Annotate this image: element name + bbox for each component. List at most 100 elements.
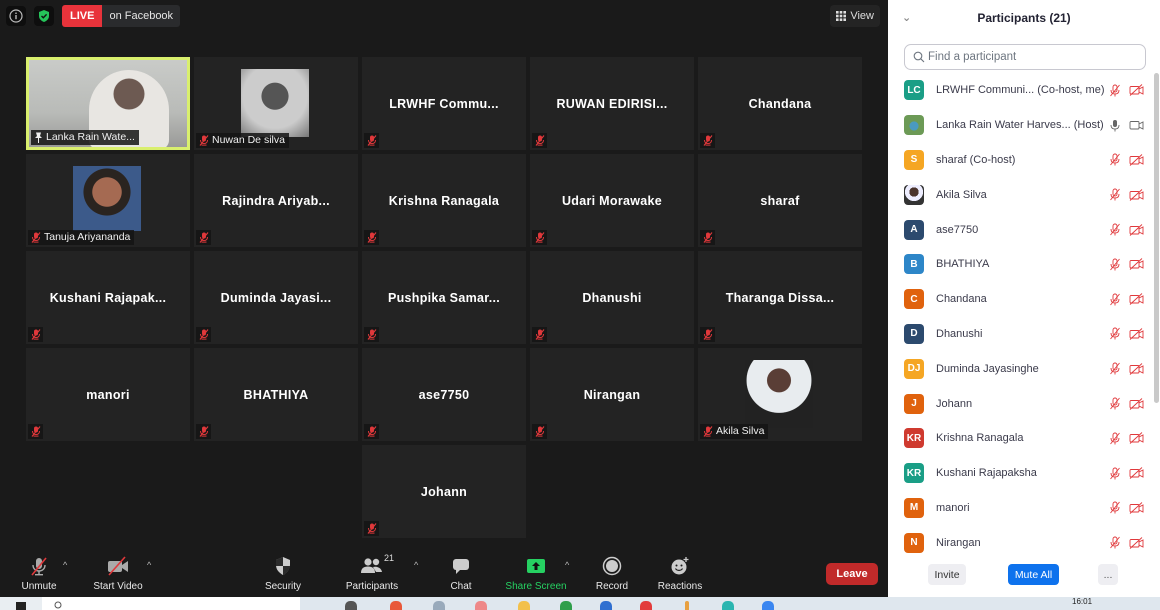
mic-muted-icon[interactable] — [1109, 432, 1121, 445]
taskbar-app-zoom[interactable] — [762, 601, 774, 610]
video-tile[interactable]: manori — [26, 348, 190, 441]
participant-list-item[interactable]: Aase7750 — [888, 212, 1150, 247]
video-off-icon[interactable] — [1129, 467, 1144, 479]
video-off-icon[interactable] — [1129, 293, 1144, 306]
unmute-button[interactable]: Unmute — [18, 550, 60, 597]
mic-muted-icon[interactable] — [1109, 84, 1121, 97]
leave-button[interactable]: Leave — [826, 563, 878, 585]
chat-button[interactable]: Chat — [446, 550, 476, 597]
participant-list-item[interactable]: DJ Duminda Jayasinghe — [888, 351, 1150, 386]
reactions-button[interactable]: Reactions — [656, 550, 704, 597]
video-tile[interactable]: Nirangan — [530, 348, 694, 441]
taskbar-app-word[interactable] — [600, 601, 612, 610]
video-tile[interactable]: Dhanushi — [530, 251, 694, 344]
taskbar-app-file-explorer[interactable] — [518, 601, 530, 610]
participant-list-item[interactable]: J Johann — [888, 386, 1150, 421]
participant-list-item[interactable]: B BHATHIYA — [888, 247, 1150, 282]
mic-muted-icon[interactable] — [1109, 327, 1121, 340]
mic-muted-icon[interactable] — [1109, 467, 1121, 480]
participants-options-caret[interactable]: ^ — [414, 560, 418, 570]
shield-check-icon[interactable] — [34, 6, 54, 26]
video-tile[interactable]: Tanuja Ariyananda — [26, 154, 190, 247]
mic-muted-icon[interactable] — [1109, 188, 1121, 201]
video-tile[interactable]: Nuwan De silva — [194, 57, 358, 150]
mic-muted-icon[interactable] — [1109, 397, 1121, 410]
taskbar-app[interactable] — [475, 601, 487, 610]
mic-muted-icon[interactable] — [1109, 362, 1121, 375]
video-off-icon[interactable] — [1129, 536, 1144, 549]
taskbar-app-task-view[interactable] — [345, 601, 357, 610]
participant-list-item[interactable]: N Nirangan — [888, 525, 1150, 557]
video-tile[interactable]: Duminda Jayasi... — [194, 251, 358, 344]
video-tile[interactable]: RUWAN EDIRISI... — [530, 57, 694, 150]
mic-muted-icon[interactable] — [1109, 223, 1121, 236]
participant-list-item[interactable]: LC LRWHF Communi... (Co-host, me) — [888, 73, 1150, 108]
video-off-icon[interactable] — [1129, 432, 1144, 445]
participant-name: Nirangan — [936, 536, 981, 549]
taskbar-app-excel[interactable] — [560, 601, 572, 610]
video-tile[interactable]: Johann — [362, 445, 526, 538]
taskbar-app[interactable] — [433, 601, 445, 610]
video-off-icon[interactable] — [1129, 154, 1144, 166]
mic-muted-icon[interactable] — [1109, 536, 1121, 549]
video-off-icon[interactable] — [1129, 502, 1144, 514]
live-stream-badge[interactable]: LIVE on Facebook — [62, 5, 181, 27]
video-tile[interactable]: BHATHIYA — [194, 348, 358, 441]
security-button[interactable]: Security — [262, 550, 304, 597]
video-off-icon[interactable] — [1129, 258, 1144, 271]
video-tile[interactable]: Pushpika Samar... — [362, 251, 526, 344]
video-off-icon[interactable] — [1129, 397, 1144, 410]
mute-all-button[interactable]: Mute All — [1008, 564, 1059, 585]
video-tile[interactable]: ase7750 — [362, 348, 526, 441]
video-tile[interactable]: sharaf — [698, 154, 862, 247]
taskbar-app-chrome[interactable] — [640, 601, 652, 610]
video-tile[interactable]: Udari Morawake — [530, 154, 694, 247]
participant-list-item[interactable]: Ssharaf (Co-host) — [888, 143, 1150, 178]
video-off-icon[interactable] — [1129, 328, 1144, 340]
participant-list-item[interactable]: KR Krishna Ranagala — [888, 421, 1150, 456]
video-tile[interactable]: Tharanga Dissa... — [698, 251, 862, 344]
video-off-icon[interactable] — [1129, 188, 1144, 201]
more-options-button[interactable]: ... — [1098, 564, 1118, 585]
mic-muted-icon[interactable] — [1109, 293, 1121, 306]
participant-list-item[interactable]: Akila Silva — [888, 177, 1150, 212]
start-button[interactable] — [0, 597, 42, 610]
video-off-icon[interactable] — [1129, 223, 1144, 236]
info-icon[interactable] — [6, 6, 26, 26]
chevron-down-icon[interactable]: ⌄ — [902, 11, 911, 24]
mic-icon[interactable] — [1109, 119, 1121, 132]
participant-list-item[interactable]: Lanka Rain Water Harves... (Host) — [888, 108, 1150, 143]
view-button[interactable]: View — [830, 5, 880, 27]
participants-button[interactable]: 21 Participants — [344, 550, 400, 597]
participant-list-item[interactable]: Mmanori — [888, 491, 1150, 526]
video-tile[interactable]: Rajindra Ariyab... — [194, 154, 358, 247]
invite-button[interactable]: Invite — [928, 564, 966, 585]
video-options-caret[interactable]: ^ — [147, 560, 151, 570]
find-participant-input[interactable]: Find a participant — [904, 44, 1146, 70]
taskbar-app[interactable] — [685, 601, 689, 610]
video-icon[interactable] — [1129, 119, 1144, 131]
video-tile[interactable]: Akila Silva — [698, 348, 862, 441]
participant-list-item[interactable]: D Dhanushi — [888, 317, 1150, 352]
mic-muted-icon[interactable] — [1109, 153, 1121, 166]
participant-list-scrollbar[interactable] — [1154, 73, 1159, 403]
mic-muted-icon[interactable] — [1109, 258, 1121, 271]
video-off-icon[interactable] — [1129, 362, 1144, 375]
record-button[interactable]: Record — [592, 550, 632, 597]
mic-muted-icon[interactable] — [1109, 501, 1121, 514]
video-off-icon[interactable] — [1129, 84, 1144, 97]
taskbar-search[interactable] — [42, 597, 300, 610]
video-tile[interactable]: Krishna Ranagala — [362, 154, 526, 247]
start-video-button[interactable]: Start Video — [90, 550, 146, 597]
video-tile[interactable]: Chandana — [698, 57, 862, 150]
participant-list-item[interactable]: C Chandana — [888, 282, 1150, 317]
video-tile[interactable]: Lanka Rain Wate... — [26, 57, 190, 150]
video-tile[interactable]: LRWHF Commu... — [362, 57, 526, 150]
video-tile[interactable]: Kushani Rajapak... — [26, 251, 190, 344]
share-screen-button[interactable]: Share Screen — [505, 550, 567, 597]
audio-options-caret[interactable]: ^ — [63, 560, 67, 570]
taskbar-app[interactable] — [390, 601, 402, 610]
participant-list-item[interactable]: KR Kushani Rajapaksha — [888, 456, 1150, 491]
taskbar-app-edge[interactable] — [722, 601, 734, 610]
share-options-caret[interactable]: ^ — [565, 560, 569, 570]
